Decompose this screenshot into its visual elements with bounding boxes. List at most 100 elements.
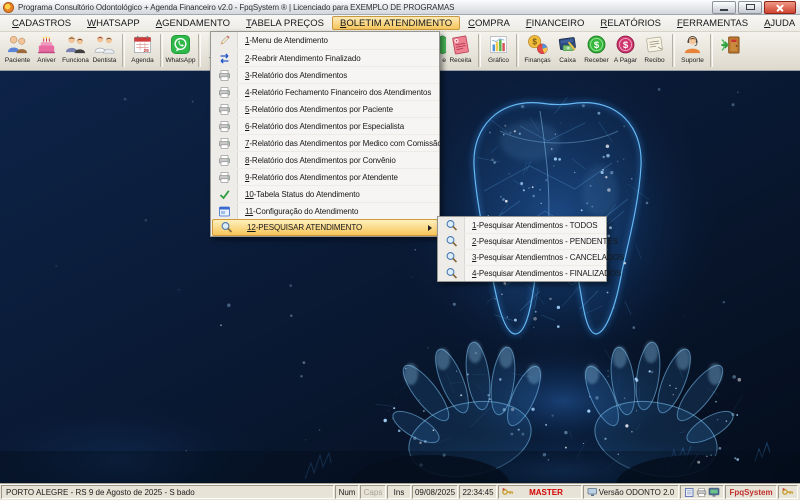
birthday-cake-icon (35, 33, 58, 56)
magnifier-icon (445, 219, 458, 232)
key-icon (502, 487, 514, 497)
printer-icon (218, 137, 231, 150)
dropdown-item-relatorio-por-convenio[interactable]: 8-Relatório dos Atendimentos por Convêni… (211, 151, 439, 168)
dropdown-item-pesquisar-atendimento[interactable]: 12-PESQUISAR ATENDIMENTO (212, 219, 438, 236)
toolbar-separator (122, 34, 125, 67)
dropdown-item-menu-atendimento[interactable]: 1-Menu de Atendimento (211, 32, 439, 49)
status-time: 22:34:45 (459, 485, 497, 499)
toolbar-suporte-button[interactable]: Suporte (678, 33, 707, 69)
toolbar-recibo-button[interactable]: Recibo (640, 33, 669, 69)
exit-door-icon (719, 33, 742, 56)
toolbar-receita-button[interactable]: Receita (446, 33, 475, 69)
menu-compra[interactable]: COMPRA (460, 15, 518, 31)
patients-icon (6, 33, 29, 56)
dropdown-item-relatorio-fechamento[interactable]: 4-Relatório Fechamento Financeiro dos At… (211, 83, 439, 100)
menu-tabela-precos[interactable]: TABELA PREÇOS (238, 15, 332, 31)
status-caps: Caps (360, 485, 386, 499)
printer-icon (218, 154, 231, 167)
support-icon (681, 33, 704, 56)
toolbar-separator (710, 34, 713, 67)
title-bar: Programa Consultório Odontológico + Agen… (0, 0, 800, 15)
status-ins: Ins (387, 485, 411, 499)
toolbar-dentista-button[interactable]: Dentista (90, 33, 119, 69)
dropdown-item-relatorio-por-paciente[interactable]: 5-Relatório dos Atendimentos por Pacient… (211, 100, 439, 117)
swap-arrows-icon (218, 52, 231, 65)
pc-icon (587, 487, 598, 497)
menu-bar: CADASTROS WHATSAPP AGENDAMENTO TABELA PR… (0, 15, 800, 32)
menu-ferramentas[interactable]: FERRAMENTAS (669, 15, 756, 31)
toolbar-paciente-button[interactable]: Paciente (3, 33, 32, 69)
bar-chart-icon (487, 33, 510, 56)
toolbar-agenda-button[interactable]: 29 Agenda (128, 33, 157, 69)
toolbar-a-pagar-button[interactable]: $ A Pagar (611, 33, 640, 69)
submenu-item-pesquisar-pendentes[interactable]: 2-Pesquisar Atendimentos - PENDENTES (438, 233, 606, 249)
svg-text:$: $ (594, 40, 600, 51)
submenu-item-pesquisar-finalizados[interactable]: 4-Pesquisar Atendimentos - FINALIZADOS (438, 265, 606, 281)
dropdown-item-relatorio-por-atendente[interactable]: 9-Relatório dos Atendimentos por Atenden… (211, 168, 439, 185)
config-window-icon (218, 205, 231, 218)
calendar-icon: 29 (131, 33, 154, 56)
finance-icon: $ (526, 33, 549, 56)
monitor-icon (708, 487, 720, 498)
submenu-arrow-icon (428, 225, 432, 231)
printer-icon (218, 171, 231, 184)
dropdown-item-relatorio-atendimentos[interactable]: 3-Relatório dos Atendimentos (211, 66, 439, 83)
status-user: MASTER (498, 485, 582, 499)
menu-cadastros[interactable]: CADASTROS (4, 15, 79, 31)
close-button[interactable] (764, 1, 796, 14)
menu-financeiro[interactable]: FINANCEIRO (518, 15, 593, 31)
magnifier-icon (445, 235, 458, 248)
dropdown-item-reabrir-atendimento[interactable]: 2-Reabrir Atendimento Finalizado (211, 49, 439, 66)
notebook-icon (684, 487, 695, 498)
toolbar-exit-button[interactable] (716, 33, 745, 69)
status-bar: PORTO ALEGRE - RS 9 de Agosto de 2025 - … (0, 483, 800, 500)
submenu-item-pesquisar-cancelados[interactable]: 3-Pesquisar Atendiemtnos - CANCELADOS (438, 249, 606, 265)
magnifier-icon (220, 221, 233, 234)
svg-text:$: $ (623, 40, 629, 51)
maximize-button[interactable] (738, 1, 762, 14)
menu-agendamento[interactable]: AGENDAMENTO (148, 15, 238, 31)
status-version: Versão ODONTO 2.0 (583, 485, 679, 499)
submenu-item-pesquisar-todos[interactable]: 1-Pesquisar Atendimentos - TODOS (438, 217, 606, 233)
whatsapp-icon (169, 33, 192, 56)
prescription-icon (449, 33, 472, 56)
toolbar-grafico-button[interactable]: Gráfico (484, 33, 513, 69)
pesquisar-atendimento-submenu: 1-Pesquisar Atendimentos - TODOS 2-Pesqu… (437, 216, 607, 282)
key-icon (782, 487, 794, 497)
status-check-icon (218, 188, 231, 201)
dropdown-item-tabela-status[interactable]: 10-Tabela Status do Atendimento (211, 185, 439, 202)
minimize-button[interactable] (712, 1, 736, 14)
status-brand: FpqSystem (725, 485, 777, 499)
toolbar-whatsapp-button[interactable]: WhatsApp (166, 33, 195, 69)
status-num: Num (335, 485, 359, 499)
toolbar-aniver-button[interactable]: Aniver (32, 33, 61, 69)
menu-ajuda[interactable]: AJUDA (756, 15, 800, 31)
dropdown-item-relatorio-por-especialista[interactable]: 6-Relatório dos Atendimentos por Especia… (211, 117, 439, 134)
printer-icon (218, 103, 231, 116)
menu-relatorios[interactable]: RELATÓRIOS (592, 15, 669, 31)
toolbar-funcionario-button[interactable]: Funciona (61, 33, 90, 69)
menu-boletim-atendimento[interactable]: BOLETIM ATENDIMENTO (332, 16, 460, 30)
toolbar-separator (516, 34, 519, 67)
cashbook-icon (556, 33, 579, 56)
application-window: Programa Consultório Odontológico + Agen… (0, 0, 800, 500)
toolbar-financas-button[interactable]: $ Finanças (522, 33, 553, 69)
svg-text:29: 29 (143, 48, 149, 54)
dropdown-item-relatorio-medico-comissao[interactable]: 7-Relatório das Atendimentos por Medico … (211, 134, 439, 151)
menu-whatsapp[interactable]: WHATSAPP (79, 15, 148, 31)
status-location: PORTO ALEGRE - RS 9 de Agosto de 2025 - … (1, 485, 334, 499)
window-controls (712, 1, 796, 14)
printer-icon (218, 69, 231, 82)
toolbar-separator (478, 34, 481, 67)
dropdown-item-configuracao[interactable]: 11-Configuração do Atendimento (211, 202, 439, 219)
toolbar-caixa-button[interactable]: Caixa (553, 33, 582, 69)
status-date: 09/08/2025 (412, 485, 458, 499)
printer-icon (218, 86, 231, 99)
toolbar-receber-button[interactable]: $ Receber (582, 33, 611, 69)
toolbar-separator (198, 34, 201, 67)
status-tool-icons (680, 485, 724, 499)
printer-icon (696, 487, 707, 498)
svg-text:$: $ (532, 38, 537, 47)
boletim-atendimento-dropdown: 1-Menu de Atendimento 2-Reabrir Atendime… (210, 31, 440, 237)
magnifier-icon (445, 251, 458, 264)
